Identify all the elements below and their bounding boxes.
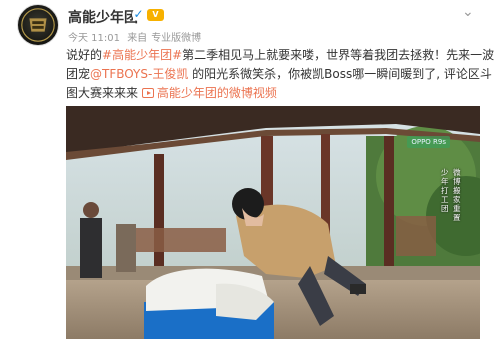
- avatar[interactable]: [17, 4, 59, 46]
- mention-link[interactable]: @TFBOYS-王俊凯: [90, 67, 188, 81]
- video-thumbnail[interactable]: OPPO R9s 少年打工团 微博搬家重置: [66, 106, 480, 339]
- post-meta: 今天 11:01 来自 专业版微博: [68, 29, 205, 44]
- topic-link[interactable]: #高能少年团#: [102, 48, 182, 62]
- text-segment: 团宠: [66, 67, 91, 81]
- video-play-icon: [141, 88, 154, 98]
- post-text-line-3: 图大赛来来来 高能少年团的微博视频: [66, 84, 476, 103]
- vip-badge-icon[interactable]: V: [147, 9, 164, 21]
- post-text: 说好的#高能少年团#第二季相见马上就要来喽，世界等着我团去拯救！先来一波 团宠@…: [66, 46, 494, 103]
- author-name[interactable]: 高能少年团: [68, 7, 138, 27]
- post-text-line-2: 团宠@TFBOYS-王俊凯 的阳光系微笑杀，你被凯Boss哪一瞬间暖到了, 评论…: [66, 65, 492, 84]
- post-source[interactable]: 专业版微博: [151, 33, 201, 44]
- chevron-down-icon[interactable]: ⌄: [462, 4, 474, 20]
- video-caption-2: 微博搬家重置: [453, 168, 461, 222]
- text-segment: 的阳光系微笑杀，你被凯Boss哪一瞬间暖到了, 评论区斗: [188, 67, 492, 81]
- post-text-line-1: 说好的#高能少年团#第二季相见马上就要来喽，世界等着我团去拯救！先来一波: [66, 46, 494, 65]
- video-link-label: 高能少年团的微博视频: [156, 86, 277, 100]
- text-segment: 第二季相见马上就要来喽，世界等着我团去拯救！先来一波: [182, 48, 495, 62]
- camera-watermark: OPPO R9s: [407, 136, 450, 148]
- verified-icon: ✓: [132, 7, 145, 21]
- weibo-post: 高能少年团 ✓ V ⌄ 今天 11:01 来自 专业版微博 说好的#高能少年团#第…: [0, 0, 495, 344]
- text-segment: 图大赛来来来: [66, 86, 139, 100]
- video-caption-1: 少年打工团: [441, 168, 449, 213]
- post-time[interactable]: 今天 11:01: [68, 33, 120, 44]
- source-prefix: 来自: [127, 33, 148, 44]
- avatar-logo-icon: [21, 8, 55, 42]
- text-segment: 说好的: [66, 48, 103, 62]
- video-link[interactable]: 高能少年团的微博视频: [141, 86, 277, 100]
